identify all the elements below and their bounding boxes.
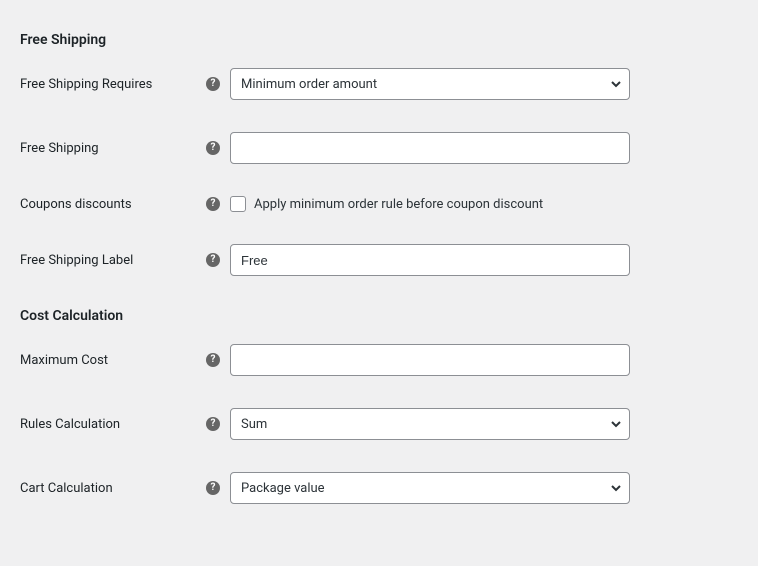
rules-calculation-label: Rules Calculation bbox=[20, 417, 120, 432]
free-shipping-label-label: Free Shipping Label bbox=[20, 253, 133, 268]
cart-calculation-select[interactable]: Package value bbox=[230, 472, 630, 504]
maximum-cost-label: Maximum Cost bbox=[20, 353, 108, 368]
free-shipping-amount-input[interactable] bbox=[230, 132, 630, 164]
free-shipping-amount-row: Free Shipping ? bbox=[20, 132, 738, 164]
help-icon[interactable]: ? bbox=[206, 353, 220, 367]
cart-calculation-label: Cart Calculation bbox=[20, 481, 113, 496]
help-icon[interactable]: ? bbox=[206, 197, 220, 211]
help-icon[interactable]: ? bbox=[206, 141, 220, 155]
free-shipping-requires-select[interactable]: Minimum order amount bbox=[230, 68, 630, 100]
free-shipping-label-input[interactable] bbox=[230, 244, 630, 276]
free-shipping-heading: Free Shipping bbox=[20, 32, 738, 48]
maximum-cost-input[interactable] bbox=[230, 344, 630, 376]
help-icon[interactable]: ? bbox=[206, 481, 220, 495]
select-value: Package value bbox=[241, 481, 325, 496]
select-value: Sum bbox=[241, 417, 267, 432]
maximum-cost-row: Maximum Cost ? bbox=[20, 344, 738, 376]
rules-calculation-select[interactable]: Sum bbox=[230, 408, 630, 440]
help-icon[interactable]: ? bbox=[206, 417, 220, 431]
help-icon[interactable]: ? bbox=[206, 253, 220, 267]
coupons-discounts-label: Coupons discounts bbox=[20, 197, 132, 212]
free-shipping-requires-label: Free Shipping Requires bbox=[20, 77, 152, 92]
free-shipping-requires-row: Free Shipping Requires ? Minimum order a… bbox=[20, 68, 738, 100]
coupons-discounts-checkbox-label: Apply minimum order rule before coupon d… bbox=[254, 197, 543, 212]
free-shipping-amount-label: Free Shipping bbox=[20, 141, 99, 156]
cost-calculation-heading: Cost Calculation bbox=[20, 308, 738, 324]
free-shipping-label-row: Free Shipping Label ? bbox=[20, 244, 738, 276]
rules-calculation-row: Rules Calculation ? Sum bbox=[20, 408, 738, 440]
coupons-discounts-checkbox[interactable] bbox=[230, 196, 246, 212]
help-icon[interactable]: ? bbox=[206, 77, 220, 91]
coupons-discounts-row: Coupons discounts ? Apply minimum order … bbox=[20, 196, 738, 212]
cart-calculation-row: Cart Calculation ? Package value bbox=[20, 472, 738, 504]
select-value: Minimum order amount bbox=[241, 77, 377, 92]
